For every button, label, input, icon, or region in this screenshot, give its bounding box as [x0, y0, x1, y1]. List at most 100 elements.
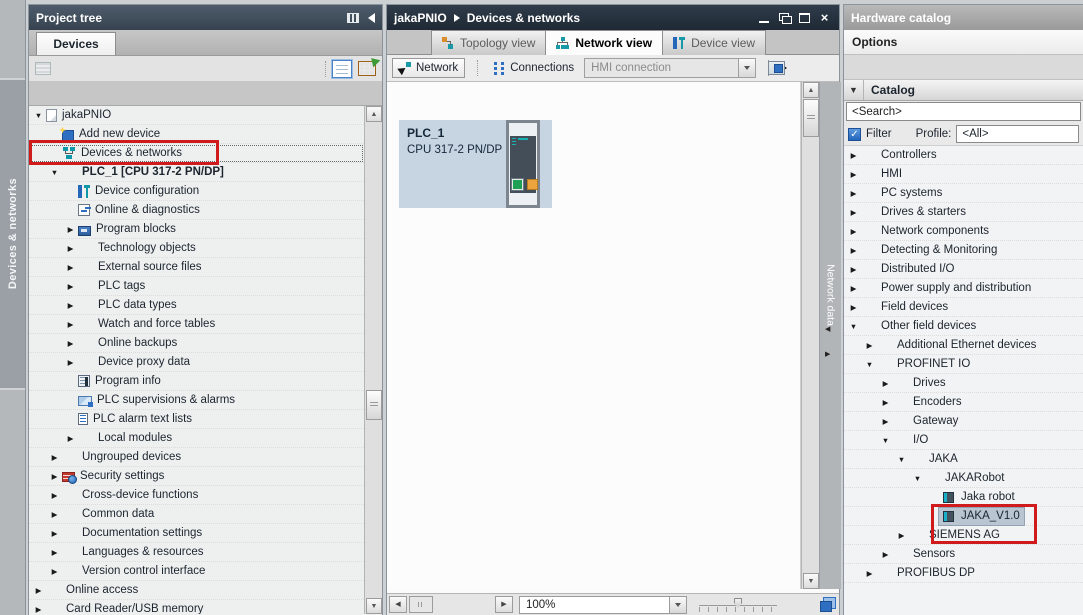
catalog-section-header[interactable]: ▼ Catalog: [844, 80, 1083, 101]
expander-icon[interactable]: ▼: [880, 436, 891, 445]
catalog-item[interactable]: ▶ Drives: [844, 374, 1083, 393]
tree-item[interactable]: ▶ Security settings: [29, 467, 364, 486]
catalog-item[interactable]: ▶ Sensors: [844, 545, 1083, 564]
configure-networks-icon[interactable]: [358, 61, 376, 76]
expander-icon[interactable]: ▶: [848, 170, 859, 179]
expander-icon[interactable]: ▶: [864, 569, 875, 578]
catalog-item[interactable]: ▶ Gateway: [844, 412, 1083, 431]
expander-icon[interactable]: ▼: [896, 455, 907, 464]
expander-icon[interactable]: ▶: [65, 358, 76, 367]
tree-item[interactable]: ▼ PLC_1 [CPU 317-2 PN/DP]: [29, 163, 364, 182]
scrollbar-thumb[interactable]: [803, 99, 819, 137]
expander-icon[interactable]: ▶: [49, 510, 60, 519]
expander-icon[interactable]: ▶: [848, 208, 859, 217]
expander-icon[interactable]: ▼: [848, 322, 859, 331]
scroll-down-icon[interactable]: ▼: [366, 598, 382, 614]
zoom-slider-handle[interactable]: [734, 598, 742, 608]
breadcrumb-section[interactable]: Devices & networks: [467, 11, 580, 25]
expander-icon[interactable]: ▶: [65, 339, 76, 348]
catalog-item[interactable]: ▶ Distributed I/O: [844, 260, 1083, 279]
splitter-left-icon[interactable]: ◀: [825, 325, 830, 333]
expander-icon[interactable]: ▶: [65, 225, 76, 234]
tab-devices[interactable]: Devices: [36, 32, 116, 55]
scroll-left-icon[interactable]: ◀: [389, 596, 407, 613]
expander-icon[interactable]: ▶: [848, 151, 859, 160]
expander-icon[interactable]: ▶: [49, 472, 60, 481]
tree-item[interactable]: ▶ Common data: [29, 505, 364, 524]
fit-to-view-icon[interactable]: [820, 597, 836, 612]
scroll-down-icon[interactable]: ▼: [803, 573, 819, 589]
scroll-up-icon[interactable]: ▲: [366, 106, 382, 122]
expander-icon[interactable]: ▶: [65, 301, 76, 310]
expander-icon[interactable]: ▶: [33, 605, 44, 614]
catalog-item[interactable]: ▶ Additional Ethernet devices: [844, 336, 1083, 355]
expander-icon[interactable]: ▼: [33, 111, 44, 120]
catalog-item[interactable]: JAKA_V1.0: [844, 507, 1083, 526]
expander-icon[interactable]: ▶: [848, 265, 859, 274]
options-section[interactable]: Options: [844, 30, 1083, 55]
tree-item[interactable]: Online & diagnostics: [29, 201, 364, 220]
expander-icon[interactable]: ▼: [864, 360, 875, 369]
show-station-icon[interactable]: [768, 61, 785, 75]
tree-item[interactable]: ▶ Online backups: [29, 334, 364, 353]
catalog-item[interactable]: ▶ SIEMENS AG: [844, 526, 1083, 545]
catalog-item[interactable]: ▼ PROFINET IO: [844, 355, 1083, 374]
plc-device-node[interactable]: PLC_1 CPU 317-2 PN/DP: [399, 120, 552, 208]
catalog-item[interactable]: ▼ Other field devices: [844, 317, 1083, 336]
tree-item[interactable]: ▶ Ungrouped devices: [29, 448, 364, 467]
expander-icon[interactable]: ▶: [49, 453, 60, 462]
dropdown-arrow-icon[interactable]: [738, 59, 755, 77]
catalog-item[interactable]: Jaka robot: [844, 488, 1083, 507]
canvas-vertical-scrollbar[interactable]: ▲ ▼: [801, 82, 819, 589]
catalog-item[interactable]: ▼ JAKARobot: [844, 469, 1083, 488]
catalog-item[interactable]: ▶ Detecting & Monitoring: [844, 241, 1083, 260]
minimize-icon[interactable]: [757, 12, 772, 24]
catalog-item[interactable]: ▶ Field devices: [844, 298, 1083, 317]
expander-icon[interactable]: ▶: [49, 491, 60, 500]
tree-item[interactable]: Devices & networks: [29, 144, 364, 163]
zoom-dropdown[interactable]: 100%: [519, 596, 687, 614]
expander-icon[interactable]: ▶: [880, 379, 891, 388]
expander-icon[interactable]: ▼: [912, 474, 923, 483]
tab-network-view[interactable]: Network view: [545, 30, 663, 55]
catalog-item[interactable]: ▶ Network components: [844, 222, 1083, 241]
tree-item[interactable]: ▶ PLC tags: [29, 277, 364, 296]
zoom-slider[interactable]: [699, 597, 777, 613]
expander-icon[interactable]: ▶: [864, 341, 875, 350]
catalog-item[interactable]: ▶ HMI: [844, 165, 1083, 184]
catalog-item[interactable]: ▶ Controllers: [844, 146, 1083, 165]
details-view-icon[interactable]: [332, 60, 352, 78]
network-canvas[interactable]: PLC_1 CPU 317-2 PN/DP: [387, 82, 801, 589]
expander-icon[interactable]: ▶: [848, 303, 859, 312]
tree-item[interactable]: Program info: [29, 372, 364, 391]
catalog-item[interactable]: ▶ PROFIBUS DP: [844, 564, 1083, 583]
tree-item[interactable]: ▶ Languages & resources: [29, 543, 364, 562]
tree-item[interactable]: Add new device: [29, 125, 364, 144]
profile-dropdown[interactable]: <All>: [956, 125, 1079, 143]
tree-item[interactable]: PLC alarm text lists: [29, 410, 364, 429]
scroll-right-icon[interactable]: ▶: [495, 596, 513, 613]
collapse-left-icon[interactable]: [368, 13, 375, 23]
tree-item[interactable]: ▶ PLC data types: [29, 296, 364, 315]
expander-icon[interactable]: ▶: [33, 586, 44, 595]
expander-icon[interactable]: ▶: [848, 246, 859, 255]
tree-item[interactable]: ▶ External source files: [29, 258, 364, 277]
tree-item[interactable]: ▶ Local modules: [29, 429, 364, 448]
tree-item[interactable]: ▶ Device proxy data: [29, 353, 364, 372]
maximize-icon[interactable]: [797, 12, 812, 24]
expander-icon[interactable]: ▶: [65, 244, 76, 253]
expander-icon[interactable]: ▶: [65, 434, 76, 443]
zoom-dropdown-arrow-icon[interactable]: [669, 597, 686, 613]
catalog-item[interactable]: ▶ Encoders: [844, 393, 1083, 412]
expander-icon[interactable]: ▶: [848, 227, 859, 236]
tree-item[interactable]: ▶ Online access: [29, 581, 364, 600]
profinet-port-icon[interactable]: [512, 179, 523, 190]
tree-item[interactable]: ▶ Cross-device functions: [29, 486, 364, 505]
catalog-item[interactable]: ▶ Power supply and distribution: [844, 279, 1083, 298]
network-mode-button[interactable]: Network: [392, 58, 465, 78]
catalog-item[interactable]: ▼ JAKA: [844, 450, 1083, 469]
project-tree-scrollbar[interactable]: ▲ ▼: [364, 106, 382, 614]
tree-item[interactable]: PLC supervisions & alarms: [29, 391, 364, 410]
pin-panes-icon[interactable]: [347, 13, 359, 23]
expander-icon[interactable]: ▶: [65, 320, 76, 329]
